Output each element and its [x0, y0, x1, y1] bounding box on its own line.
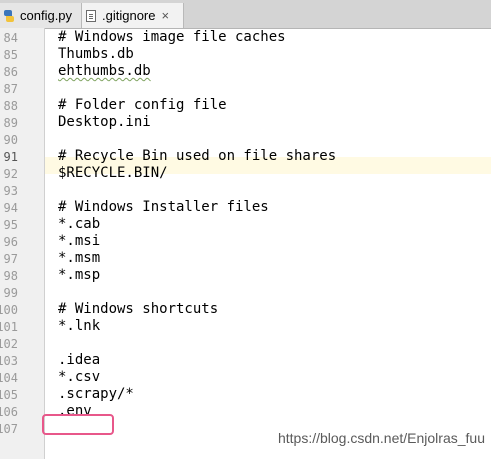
line-number: 92 — [3, 167, 18, 181]
line-number: 84 — [3, 31, 18, 45]
code-comment-line: # Windows Installer files — [58, 199, 269, 216]
line-number: 103 — [0, 354, 18, 368]
code-text: *.msi — [58, 233, 101, 249]
line-number: 86 — [3, 65, 18, 79]
line-number: 98 — [3, 269, 18, 283]
line-number: 95 — [3, 218, 18, 232]
text-file-icon — [86, 9, 96, 22]
code-text: .idea — [58, 352, 101, 368]
code-line: *.lnk — [58, 318, 100, 335]
editor-tab-bar: config.py .gitignore × — [0, 0, 491, 29]
code-text: $RECYCLE.BIN/ — [58, 165, 168, 181]
annotation-highlight-box — [42, 414, 114, 435]
watermark-text: https://blog.csdn.net/Enjolras_fuu — [277, 430, 485, 446]
tab-config-py[interactable]: config.py — [0, 3, 82, 28]
code-text: # Windows image file caches — [58, 29, 286, 45]
code-text: Desktop.ini — [58, 114, 151, 130]
tab-label: config.py — [20, 8, 73, 23]
line-number: 104 — [0, 371, 18, 385]
code-text: .scrapy/* — [58, 386, 134, 402]
line-number: 101 — [0, 320, 18, 334]
code-line: .scrapy/* — [58, 386, 134, 403]
code-comment-line: # Windows shortcuts — [58, 301, 218, 318]
code-comment-line: # Windows image file caches — [58, 29, 286, 46]
line-number: 106 — [0, 405, 18, 419]
code-text: # Windows Installer files — [58, 199, 269, 215]
line-number: 96 — [3, 235, 18, 249]
python-file-icon — [4, 9, 14, 22]
code-line: $RECYCLE.BIN/ — [58, 165, 168, 182]
code-line: ehthumbs.db — [58, 63, 151, 80]
code-line: *.msi — [58, 233, 100, 250]
code-text: Thumbs.db — [58, 46, 134, 62]
line-number: 97 — [3, 252, 18, 266]
code-text: *.csv — [58, 369, 101, 385]
tab-gitignore[interactable]: .gitignore × — [82, 3, 184, 28]
code-line: *.msp — [58, 267, 100, 284]
line-number: 100 — [0, 303, 18, 317]
code-text: # Recycle Bin used on file shares — [58, 148, 337, 164]
code-line: .idea — [58, 352, 100, 369]
line-number: 105 — [0, 388, 18, 402]
code-comment-line: # Folder config file — [58, 97, 227, 114]
code-line: *.csv — [58, 369, 100, 386]
line-number: 88 — [3, 99, 18, 113]
line-number: 94 — [3, 201, 18, 215]
line-number: 87 — [3, 82, 18, 96]
code-line: Desktop.ini — [58, 114, 151, 131]
close-icon[interactable]: × — [161, 9, 169, 22]
code-line: *.msm — [58, 250, 100, 267]
line-number: 85 — [3, 48, 18, 62]
code-line: *.cab — [58, 216, 100, 233]
code-text: # Folder config file — [58, 97, 227, 113]
code-text: ehthumbs.db — [58, 63, 151, 79]
line-number: 93 — [3, 184, 18, 198]
line-number: 90 — [3, 133, 18, 147]
line-number: 99 — [3, 286, 18, 300]
code-text: *.msp — [58, 267, 101, 283]
code-comment-line: # Recycle Bin used on file shares — [58, 148, 336, 165]
code-text: *.msm — [58, 250, 101, 266]
tab-label: .gitignore — [102, 8, 156, 23]
code-line: Thumbs.db — [58, 46, 134, 63]
line-number: 89 — [3, 116, 18, 130]
code-text: # Windows shortcuts — [58, 301, 219, 317]
code-text: *.lnk — [58, 318, 101, 334]
code-text: *.cab — [58, 216, 101, 232]
line-number: 91 — [3, 150, 18, 164]
line-number: 102 — [0, 337, 18, 351]
line-number: 107 — [0, 422, 18, 436]
